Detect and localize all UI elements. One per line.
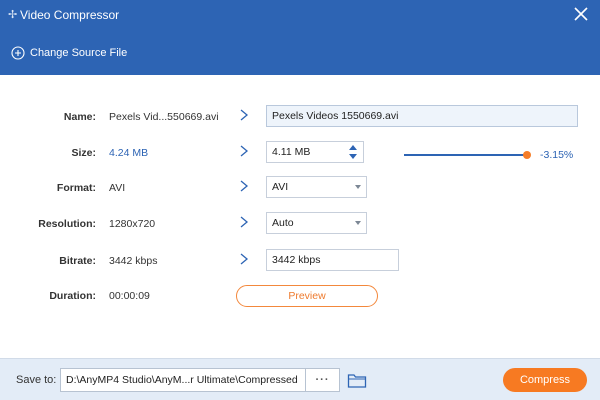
browse-button[interactable]: ···	[305, 369, 339, 391]
size-label: Size:	[71, 147, 96, 159]
chevron-right-icon	[240, 145, 249, 157]
settings-panel: Name: Pexels Vid...550669.avi Pexels Vid…	[0, 75, 600, 358]
compression-slider[interactable]	[404, 151, 531, 159]
title-bar: ✢ Video Compressor	[0, 0, 600, 30]
bitrate-value: 3442 kbps	[272, 254, 321, 266]
name-label: Name:	[63, 111, 96, 123]
source-name-value: Pexels Vid...550669.avi	[109, 111, 219, 123]
output-name-input[interactable]: Pexels Videos 1550669.avi	[266, 105, 578, 127]
window-title: Video Compressor	[20, 8, 120, 22]
chevron-right-icon	[240, 180, 249, 192]
save-to-label: Save to:	[16, 374, 57, 386]
source-size-value: 4.24 MB	[109, 147, 149, 159]
chevron-right-icon	[240, 109, 249, 121]
sparkle-icon: ✢	[8, 9, 18, 21]
duration-label: Duration:	[49, 290, 96, 302]
source-duration-value: 00:00:09	[109, 290, 150, 302]
output-name-value: Pexels Videos 1550669.avi	[272, 110, 399, 122]
change-source-label: Change Source File	[30, 47, 128, 59]
format-selected-value: AVI	[272, 181, 289, 193]
save-path-value: D:\AnyMP4 Studio\AnyM...r Ultimate\Compr…	[66, 374, 298, 386]
slider-thumb[interactable]	[523, 151, 531, 159]
compress-button[interactable]: Compress	[503, 368, 587, 392]
output-size-value: 4.11 MB	[272, 146, 311, 158]
source-resolution-value: 1280x720	[109, 218, 156, 230]
close-icon[interactable]	[572, 5, 590, 23]
format-dropdown[interactable]: AVI	[266, 176, 367, 198]
folder-icon[interactable]	[347, 372, 367, 389]
chevron-right-icon	[240, 216, 249, 228]
resolution-selected-value: Auto	[272, 217, 294, 229]
size-stepper-arrows	[348, 143, 358, 161]
increment-icon[interactable]	[349, 145, 357, 150]
output-size-stepper[interactable]: 4.11 MB	[266, 141, 364, 163]
compression-percentage: -3.15%	[540, 149, 574, 161]
dropdown-caret-icon	[355, 185, 361, 189]
change-source-file-button[interactable]: Change Source File	[11, 45, 127, 61]
decrement-icon[interactable]	[349, 154, 357, 159]
source-bar: Change Source File	[0, 30, 600, 75]
slider-track	[404, 154, 528, 156]
resolution-label: Resolution:	[38, 218, 96, 230]
plus-circle-icon	[11, 46, 25, 60]
footer-bar: Save to: D:\AnyMP4 Studio\AnyM...r Ultim…	[0, 358, 600, 400]
bitrate-input[interactable]: 3442 kbps	[266, 249, 399, 271]
save-path-field[interactable]: D:\AnyMP4 Studio\AnyM...r Ultimate\Compr…	[60, 368, 340, 392]
resolution-dropdown[interactable]: Auto	[266, 212, 367, 234]
dropdown-caret-icon	[355, 221, 361, 225]
format-label: Format:	[56, 182, 96, 194]
bitrate-label: Bitrate:	[59, 255, 96, 267]
preview-button[interactable]: Preview	[236, 285, 378, 307]
source-bitrate-value: 3442 kbps	[109, 255, 158, 267]
chevron-right-icon	[240, 253, 249, 265]
source-format-value: AVI	[109, 182, 126, 194]
